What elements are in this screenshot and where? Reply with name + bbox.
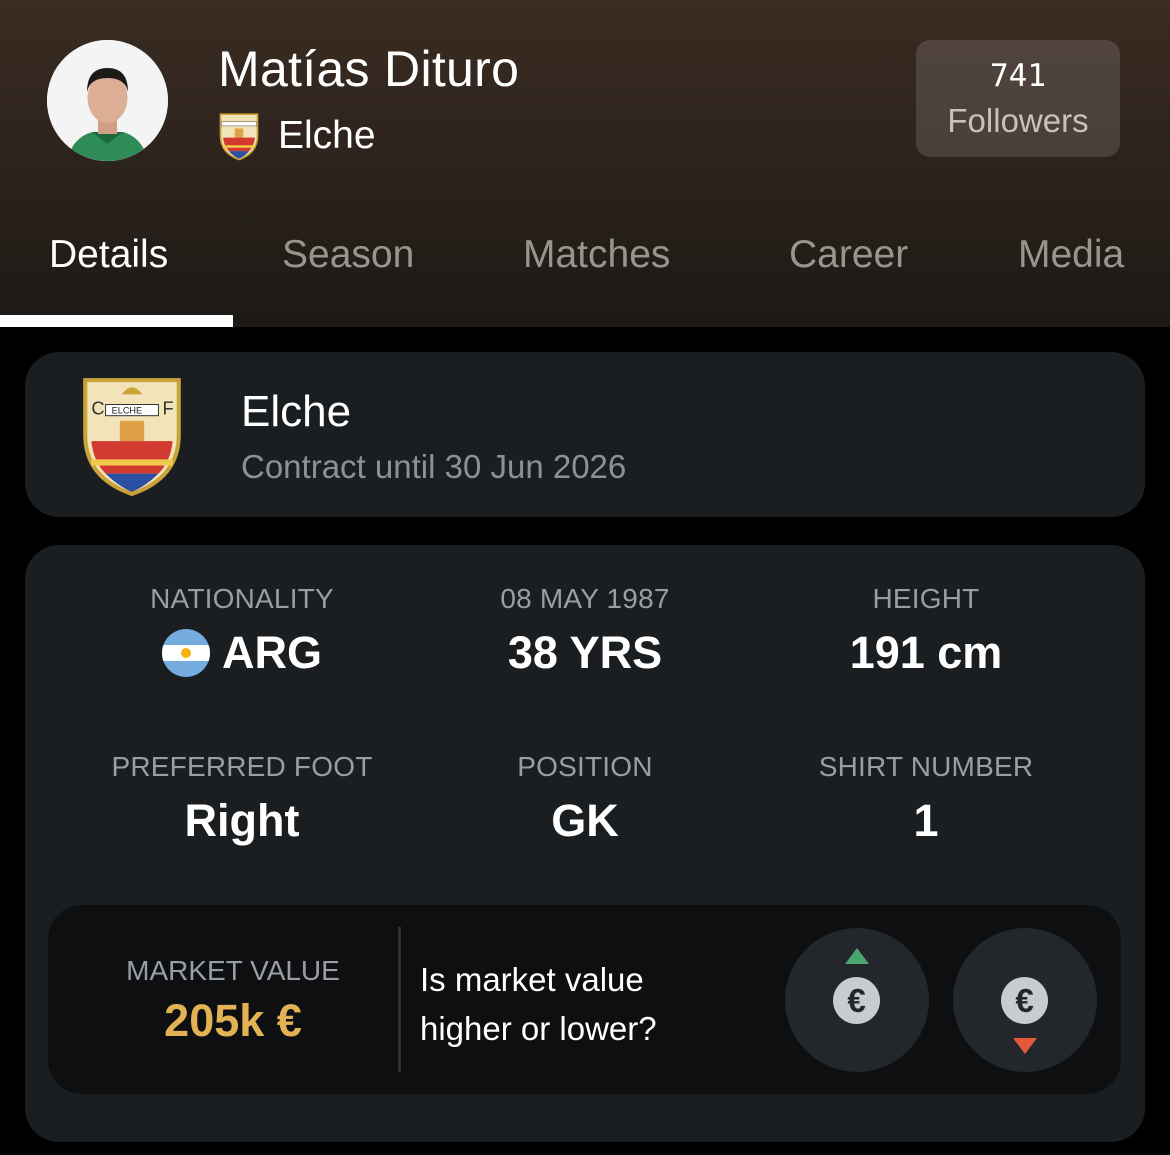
- stat-label: SHIRT NUMBER: [818, 751, 1034, 782]
- svg-text:F: F: [163, 398, 174, 419]
- followers-label: Followers: [947, 101, 1089, 139]
- stat-preferred-foot: PREFERRED FOOT Right: [72, 751, 412, 847]
- elche-crest-icon: [219, 113, 259, 161]
- player-avatar: [47, 40, 168, 161]
- tab-details[interactable]: Details: [49, 225, 168, 285]
- stat-height: HEIGHT 191 cm: [756, 583, 1096, 679]
- followers-button[interactable]: 741 Followers: [916, 40, 1120, 157]
- market-value-box: MARKET VALUE 205k € Is market value high…: [48, 905, 1121, 1094]
- stat-label: POSITION: [517, 751, 653, 782]
- profile-header: Matías Dituro Elche 741 Followers Detail…: [0, 0, 1170, 327]
- tab-matches[interactable]: Matches: [523, 225, 670, 285]
- player-club-link[interactable]: Elche: [218, 110, 376, 162]
- active-tab-indicator: [0, 315, 233, 327]
- player-name: Matías Dituro: [218, 41, 520, 97]
- stat-value: Right: [184, 795, 300, 846]
- elche-crest-icon: C F ELCHE: [83, 378, 181, 496]
- stat-label: HEIGHT: [872, 583, 980, 614]
- stat-shirt-number: SHIRT NUMBER 1: [756, 751, 1096, 847]
- stat-value: 1: [913, 795, 939, 846]
- tab-media[interactable]: Media: [1018, 225, 1124, 285]
- vote-higher-button[interactable]: €: [785, 928, 929, 1072]
- svg-text:C: C: [91, 398, 104, 419]
- euro-icon: €: [833, 977, 880, 1024]
- stat-nationality: NATIONALITY ARG: [72, 583, 412, 679]
- market-value-amount: 205k €: [164, 995, 302, 1046]
- stat-position: POSITION GK: [415, 751, 755, 847]
- stat-age: 08 MAY 1987 38 YRS: [415, 583, 755, 679]
- stat-label: NATIONALITY: [150, 583, 334, 614]
- stat-value: 191 cm: [849, 627, 1003, 678]
- divider: [398, 927, 401, 1072]
- profile-tabs: Details Season Matches Career Media: [0, 225, 1170, 327]
- stat-value: ARG: [222, 627, 322, 678]
- contract-card[interactable]: C F ELCHE Elche Contract until 30 Jun 20…: [25, 352, 1145, 517]
- stat-value: GK: [551, 795, 619, 846]
- arrow-down-icon: [1013, 1038, 1037, 1054]
- contract-until: Contract until 30 Jun 2026: [241, 448, 627, 485]
- market-value-label: MARKET VALUE: [126, 955, 340, 986]
- argentina-flag-icon: [162, 629, 210, 677]
- tab-career[interactable]: Career: [789, 225, 908, 285]
- player-club-name: Elche: [278, 114, 376, 157]
- player-details-card: NATIONALITY ARG 08 MAY 1987 38 YRS HEIGH…: [25, 545, 1145, 1142]
- stat-label: PREFERRED FOOT: [111, 751, 373, 782]
- stat-value: 38 YRS: [507, 627, 663, 678]
- contract-club-name: Elche: [241, 387, 352, 436]
- market-vote-question: Is market value higher or lower?: [420, 961, 657, 1047]
- vote-lower-button[interactable]: €: [953, 928, 1097, 1072]
- arrow-up-icon: [845, 948, 869, 964]
- svg-text:ELCHE: ELCHE: [112, 406, 142, 416]
- stat-label: 08 MAY 1987: [500, 583, 670, 614]
- followers-count: 741: [990, 57, 1046, 94]
- tab-season[interactable]: Season: [282, 225, 414, 285]
- euro-icon: €: [1001, 977, 1048, 1024]
